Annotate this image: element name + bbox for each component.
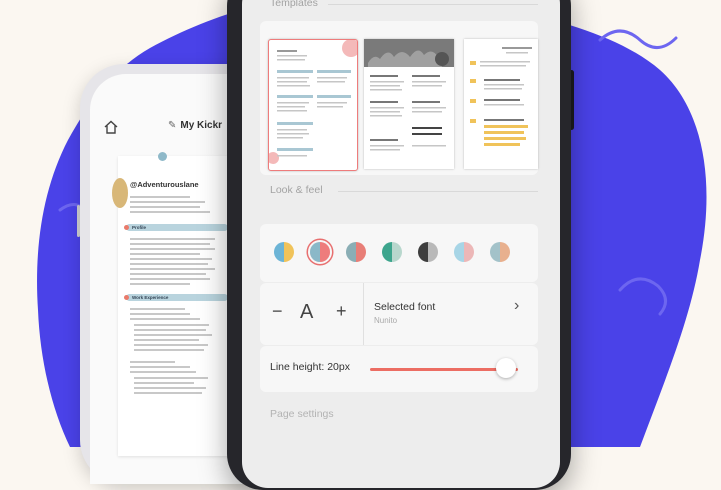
resume-title[interactable]: ✎ My Kickr (168, 120, 222, 131)
line-height-label: Line height: 20px (270, 361, 350, 373)
resume-text-line (134, 392, 202, 394)
template-1-art (269, 40, 357, 164)
resume-text-line (130, 268, 215, 270)
template-3-art (470, 47, 532, 146)
template-thumbnail-3[interactable] (464, 39, 538, 169)
resume-title-text: My Kickr (180, 120, 223, 131)
resume-text-line (134, 334, 212, 336)
resume-preview[interactable]: @Adventurouslane Profile Work Experience (112, 152, 238, 456)
templates-divider (328, 4, 538, 5)
resume-text-line (130, 243, 210, 245)
resume-decoration-dot (158, 152, 167, 161)
resume-text-line (130, 313, 190, 315)
resume-text-line (130, 273, 206, 275)
resume-section-profile: Profile (124, 224, 228, 231)
look-and-feel-label: Look & feel (270, 184, 323, 196)
resume-text-line (130, 248, 215, 250)
color-swatch-6[interactable] (454, 242, 474, 262)
color-swatch-2[interactable] (310, 242, 330, 262)
resume-text-line (130, 283, 190, 285)
resume-text-line (130, 366, 190, 368)
templates-card (260, 21, 538, 175)
selected-font-label[interactable]: Selected font (374, 301, 435, 313)
resume-text-line (130, 201, 205, 203)
pencil-icon: ✎ (168, 120, 177, 131)
color-swatch-1[interactable] (274, 242, 294, 262)
template-2-art (364, 39, 454, 151)
template-thumbnail-1[interactable] (268, 39, 358, 171)
template-thumbnail-2[interactable] (364, 39, 454, 169)
resume-photo (112, 178, 128, 208)
editor-screen: Templates Look & feel − A + Selected fon… (242, 0, 560, 488)
look-divider (338, 191, 538, 192)
resume-text-line (130, 308, 185, 310)
resume-text-line (130, 211, 210, 213)
resume-text-line (130, 361, 175, 363)
resume-text-line (134, 329, 206, 331)
page-settings-label: Page settings (270, 408, 334, 420)
resume-text-line (130, 263, 208, 265)
font-settings-card: − A + Selected font Nunito › (260, 283, 538, 345)
color-swatch-7[interactable] (490, 242, 510, 262)
font-glyph: A (300, 301, 314, 323)
resume-text-line (134, 382, 194, 384)
resume-section-work: Work Experience (124, 294, 228, 301)
line-height-card: Line height: 20px (260, 346, 538, 392)
color-swatch-3[interactable] (346, 242, 366, 262)
resume-text-line (134, 387, 206, 389)
font-card-divider (363, 283, 364, 345)
home-icon[interactable] (102, 118, 120, 136)
increase-font-button[interactable]: + (336, 301, 347, 322)
selected-font-value: Nunito (374, 316, 398, 325)
color-swatch-5[interactable] (418, 242, 438, 262)
resume-name: @Adventurouslane (130, 180, 199, 189)
resume-text-line (134, 344, 208, 346)
templates-label: Templates (270, 0, 318, 9)
color-swatches-card (260, 224, 538, 282)
resume-text-line (130, 318, 200, 320)
resume-text-line (130, 258, 212, 260)
front-phone: Templates Look & feel − A + Selected fon… (227, 0, 571, 490)
resume-text-line (130, 206, 200, 208)
resume-text-line (134, 349, 204, 351)
resume-text-line (130, 278, 210, 280)
resume-text-line (134, 339, 199, 341)
resume-text-line (130, 371, 196, 373)
line-height-slider-handle[interactable] (496, 358, 517, 378)
chevron-right-icon[interactable]: › (514, 297, 519, 315)
resume-text-line (134, 377, 208, 379)
color-swatch-4[interactable] (382, 242, 402, 262)
resume-text-line (130, 196, 190, 198)
resume-text-line (134, 324, 209, 326)
decrease-font-button[interactable]: − (272, 301, 283, 322)
resume-text-line (130, 238, 215, 240)
resume-text-line (130, 253, 200, 255)
